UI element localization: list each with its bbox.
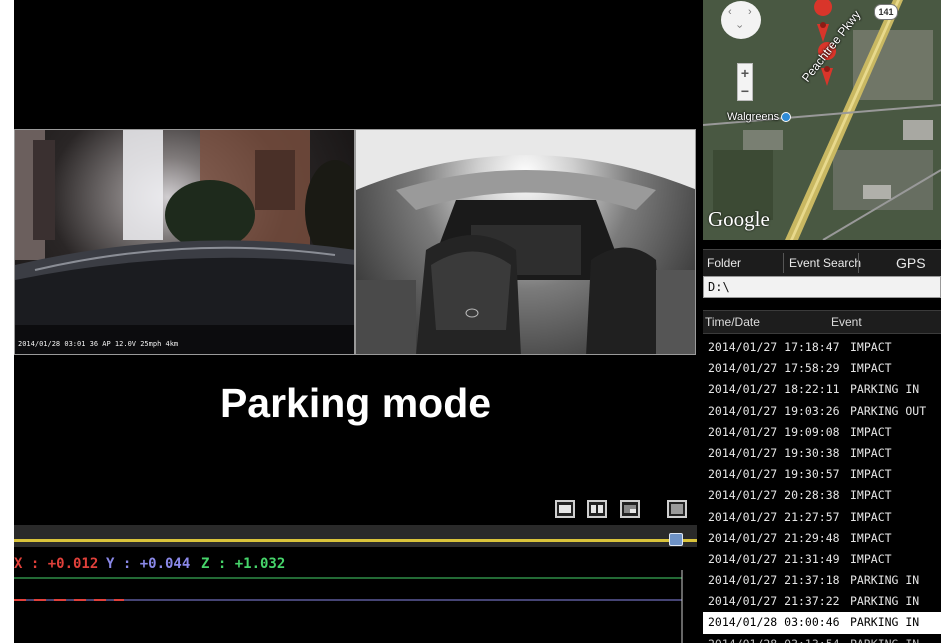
picture-in-picture-button[interactable] [620,500,640,518]
map-place-label: Walgreens [727,111,780,123]
event-row[interactable]: 2014/01/27 19:09:08 IMPACT [703,422,941,443]
timeline-track [14,539,697,542]
event-list: 2014/01/27 17:18:47 IMPACT 2014/01/27 17:5… [703,337,941,643]
event-time: 2014/01/27 17:58:29 [708,361,840,376]
tab-separator [858,253,859,273]
event-time: 2014/01/27 21:29:48 [708,530,840,545]
event-row[interactable]: 2014/01/27 20:28:38 IMPACT [703,485,941,506]
event-row[interactable]: 2014/01/27 17:18:47 IMPACT [703,337,941,358]
chevron-right-icon[interactable]: › [748,7,752,18]
event-row[interactable]: 2014/01/28 03:13:54 PARKING IN [703,634,941,643]
event-time: 2014/01/27 19:30:38 [708,445,840,460]
dashcam-viewer-app: 2014/01/28 03:01 36 AP 12.0V 25mph 4km P… [0,0,941,643]
event-row[interactable]: 2014/01/27 18:22:11 PARKING IN [703,379,941,400]
front-camera-view[interactable]: 2014/01/28 03:01 36 AP 12.0V 25mph 4km [14,129,355,355]
x-axis-readout: X : +0.012 [14,556,99,572]
y-axis-readout: Y : +0.044 [106,556,191,572]
event-row[interactable]: 2014/01/27 19:30:57 IMPACT [703,464,941,485]
map-pan-control[interactable]: ‹ › › [721,1,761,39]
event-type: IMPACT [850,467,892,482]
front-camera-scene [15,130,354,354]
event-row[interactable]: 2014/01/28 03:00:46 PARKING IN [703,612,941,634]
event-type: IMPACT [850,361,892,376]
event-time: 2014/01/27 21:27:57 [708,509,840,524]
fullscreen-button[interactable] [667,500,687,518]
event-row[interactable]: 2014/01/27 21:31:49 IMPACT [703,549,941,570]
timeline-scrubber-handle[interactable] [669,533,683,546]
event-time: 2014/01/27 21:31:49 [708,551,840,566]
parking-mode-label: Parking mode [219,380,492,426]
right-panel: ‹ › › + − Walgreens Peachtree Pkwy 141 G… [697,0,941,643]
g-sensor-graph: X : +0.012 Y : +0.044 Z : +1.032 [14,548,697,643]
event-time: 2014/01/27 18:22:11 [708,382,840,397]
column-header-event[interactable]: Event [831,311,862,333]
event-row[interactable]: 2014/01/27 21:37:22 PARKING IN [703,591,941,612]
event-list-header: Time/Date Event [703,310,941,334]
event-time: 2014/01/27 17:18:47 [708,340,840,354]
rear-camera-scene [356,130,695,354]
event-time: 2014/01/27 19:03:26 [708,403,840,418]
tab-event-search[interactable]: Event Search [789,250,861,276]
event-time: 2014/01/28 03:13:54 [708,634,840,643]
event-row[interactable]: 2014/01/27 21:37:18 PARKING IN [703,570,941,591]
map-zoom-in-button[interactable]: + [738,64,752,82]
map-zoom-control: + − [737,63,753,101]
event-type: IMPACT [850,530,892,545]
single-view-button[interactable] [555,500,575,518]
event-row[interactable]: 2014/01/27 21:29:48 IMPACT [703,528,941,549]
event-time: 2014/01/27 21:37:18 [708,573,840,588]
event-type: PARKING OUT [850,403,927,418]
rear-camera-view[interactable] [355,129,696,355]
event-time: 2014/01/27 19:09:08 [708,424,840,439]
tab-gps[interactable]: GPS [896,250,926,276]
event-row[interactable]: 2014/01/27 19:03:26 PARKING OUT [703,401,941,422]
event-type: IMPACT [850,340,892,354]
event-row[interactable]: 2014/01/27 21:27:57 IMPACT [703,507,941,528]
tab-separator [783,253,784,273]
route-shield-badge: 141 [874,4,898,20]
event-row[interactable]: 2014/01/27 17:58:29 IMPACT [703,358,941,379]
event-type: PARKING IN [850,573,920,588]
event-type: PARKING IN [850,594,920,609]
map-zoom-out-button[interactable]: − [738,82,752,100]
event-type: PARKING IN [850,615,920,630]
front-camera-osd: 2014/01/28 03:01 36 AP 12.0V 25mph 4km [18,340,179,348]
event-type: IMPACT [850,424,892,439]
z-axis-readout: Z : +1.032 [201,556,286,572]
chevron-left-icon[interactable]: ‹ [728,7,732,18]
split-view-button[interactable] [587,500,607,518]
folder-path-field[interactable]: D:\ [703,276,941,298]
tab-folder[interactable]: Folder [707,250,741,276]
event-time: 2014/01/27 20:28:38 [708,488,840,503]
playback-timeline[interactable] [14,525,697,547]
event-time: 2014/01/27 19:30:57 [708,467,840,482]
event-type: IMPACT [850,509,892,524]
panel-tabs: Folder Event Search GPS [703,249,941,277]
event-type: IMPACT [850,488,892,503]
event-time: 2014/01/28 03:00:46 [708,615,840,630]
shopping-bag-icon [781,112,791,122]
event-type: PARKING IN [850,634,919,643]
event-type: IMPACT [850,551,892,566]
gps-map[interactable]: ‹ › › + − Walgreens Peachtree Pkwy 141 G… [703,0,941,240]
event-row[interactable]: 2014/01/27 19:30:38 IMPACT [703,443,941,464]
event-type: PARKING IN [850,382,920,397]
column-header-time[interactable]: Time/Date [705,311,760,333]
google-logo: Google [708,207,770,231]
chevron-down-icon[interactable]: › [733,25,745,29]
event-time: 2014/01/27 21:37:22 [708,594,840,609]
event-type: IMPACT [850,445,892,460]
video-area: 2014/01/28 03:01 36 AP 12.0V 25mph 4km P… [14,0,697,643]
